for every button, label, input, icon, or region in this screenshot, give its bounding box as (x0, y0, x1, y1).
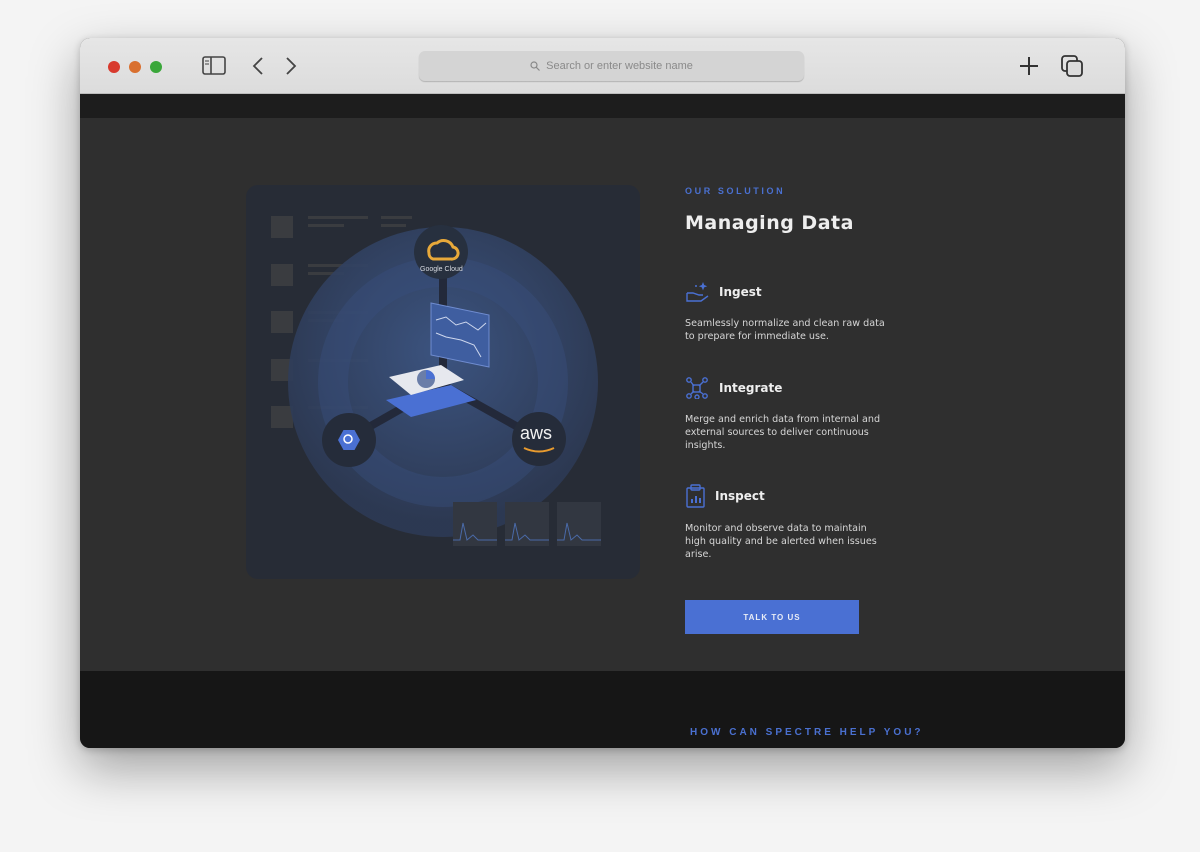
aws-logo: aws (520, 423, 553, 443)
solution-section: Google Cloud aws OUR SOLUTION Managing D… (80, 118, 1125, 671)
close-window-button[interactable] (108, 61, 120, 73)
site-header (80, 94, 1125, 118)
google-cloud-label: Google Cloud (420, 266, 463, 273)
search-icon (530, 61, 541, 71)
feature-description: Monitor and observe data to maintain hig… (685, 523, 877, 560)
section-eyebrow: OUR SOLUTION (685, 186, 786, 196)
help-section (80, 671, 1125, 748)
browser-toolbar: Search or enter website name (80, 38, 1125, 94)
clipboard-chart-icon (686, 484, 705, 508)
browser-window: Search or enter website name Google Clou… (80, 38, 1125, 748)
minimize-window-button[interactable] (129, 61, 141, 73)
address-placeholder: Search or enter website name (546, 60, 693, 72)
maximize-window-button[interactable] (150, 61, 162, 73)
forward-button[interactable] (284, 54, 298, 78)
tab-overview-button[interactable] (1060, 54, 1084, 78)
section-title: Managing Data (685, 212, 854, 234)
feature-inspect: Inspect Monitor and observe data to main… (685, 484, 885, 561)
feature-integrate: Integrate Merge and enrich data from int… (685, 377, 885, 452)
solution-text: OUR SOLUTION Managing Data Ingest Seamle… (685, 186, 885, 560)
new-tab-button[interactable] (1018, 54, 1040, 78)
feature-title: Integrate (719, 381, 783, 395)
network-nodes-icon (686, 377, 708, 399)
feature-ingest: Ingest Seamlessly normalize and clean ra… (685, 281, 885, 343)
feature-title: Inspect (715, 489, 765, 503)
talk-to-us-button[interactable]: TALK TO US (685, 600, 859, 634)
feature-description: Merge and enrich data from internal and … (685, 414, 881, 451)
sparkline-thumbnails (453, 502, 601, 546)
data-illustration: Google Cloud aws (246, 185, 640, 579)
feature-description: Seamlessly normalize and clean raw data … (685, 318, 885, 342)
hand-sparkle-icon (686, 282, 709, 302)
help-heading: HOW CAN SPECTRE HELP YOU? (690, 727, 924, 738)
sidebar-toggle-icon[interactable] (202, 56, 226, 80)
feature-title: Ingest (719, 285, 762, 299)
address-bar[interactable]: Search or enter website name (419, 51, 804, 81)
back-button[interactable] (251, 54, 265, 78)
integration-diagram (271, 216, 601, 546)
